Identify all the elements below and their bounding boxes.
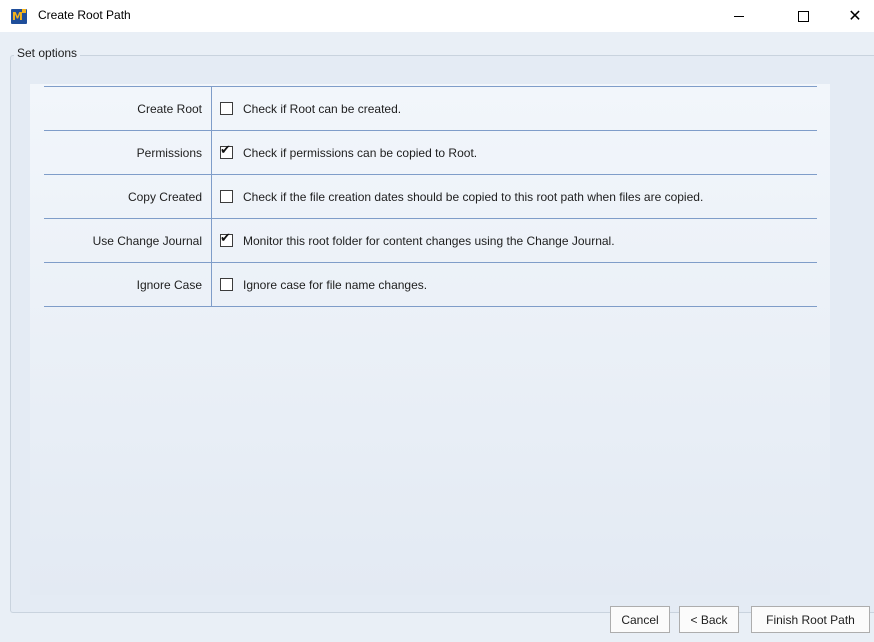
maximize-icon [797, 10, 809, 22]
create-root-checkbox[interactable] [220, 102, 233, 115]
option-description: Check if the file creation dates should … [243, 189, 704, 204]
option-label: Use Change Journal [44, 219, 212, 262]
option-row-permissions: Permissions ✔ Check if permissions can b… [44, 131, 817, 175]
option-description: Ignore case for file name changes. [243, 277, 428, 292]
minimize-button[interactable] [716, 0, 762, 32]
minimize-icon [734, 15, 744, 17]
options-grid: Create Root Check if Root can be created… [44, 86, 817, 307]
ignore-case-checkbox[interactable] [220, 278, 233, 291]
option-description: Monitor this root folder for content cha… [243, 233, 615, 248]
window-title: Create Root Path [38, 8, 131, 22]
group-title: Set options [14, 46, 81, 60]
option-label: Ignore Case [44, 263, 212, 306]
maximize-button[interactable] [780, 0, 826, 32]
title-bar: M Create Root Path ✕ [0, 0, 874, 32]
option-description: Check if Root can be created. [243, 101, 402, 116]
option-description: Check if permissions can be copied to Ro… [243, 145, 478, 160]
check-icon: ✔ [220, 231, 231, 246]
cancel-button[interactable]: Cancel [610, 606, 670, 633]
use-change-journal-checkbox[interactable]: ✔ [220, 231, 233, 247]
close-icon: ✕ [848, 6, 862, 25]
option-row-create-root: Create Root Check if Root can be created… [44, 87, 817, 131]
app-logo-icon: M [11, 9, 27, 24]
option-row-copy-created: Copy Created Check if the file creation … [44, 175, 817, 219]
finish-root-path-button[interactable]: Finish Root Path [751, 606, 870, 633]
option-label: Permissions [44, 131, 212, 174]
back-button[interactable]: < Back [679, 606, 739, 633]
option-row-ignore-case: Ignore Case Ignore case for file name ch… [44, 263, 817, 307]
copy-created-checkbox[interactable] [220, 190, 233, 203]
close-button[interactable]: ✕ [832, 0, 874, 32]
option-label: Create Root [44, 87, 212, 130]
option-row-use-change-journal: Use Change Journal ✔ Monitor this root f… [44, 219, 817, 263]
option-label: Copy Created [44, 175, 212, 218]
permissions-checkbox[interactable]: ✔ [220, 143, 233, 159]
check-icon: ✔ [220, 143, 231, 158]
